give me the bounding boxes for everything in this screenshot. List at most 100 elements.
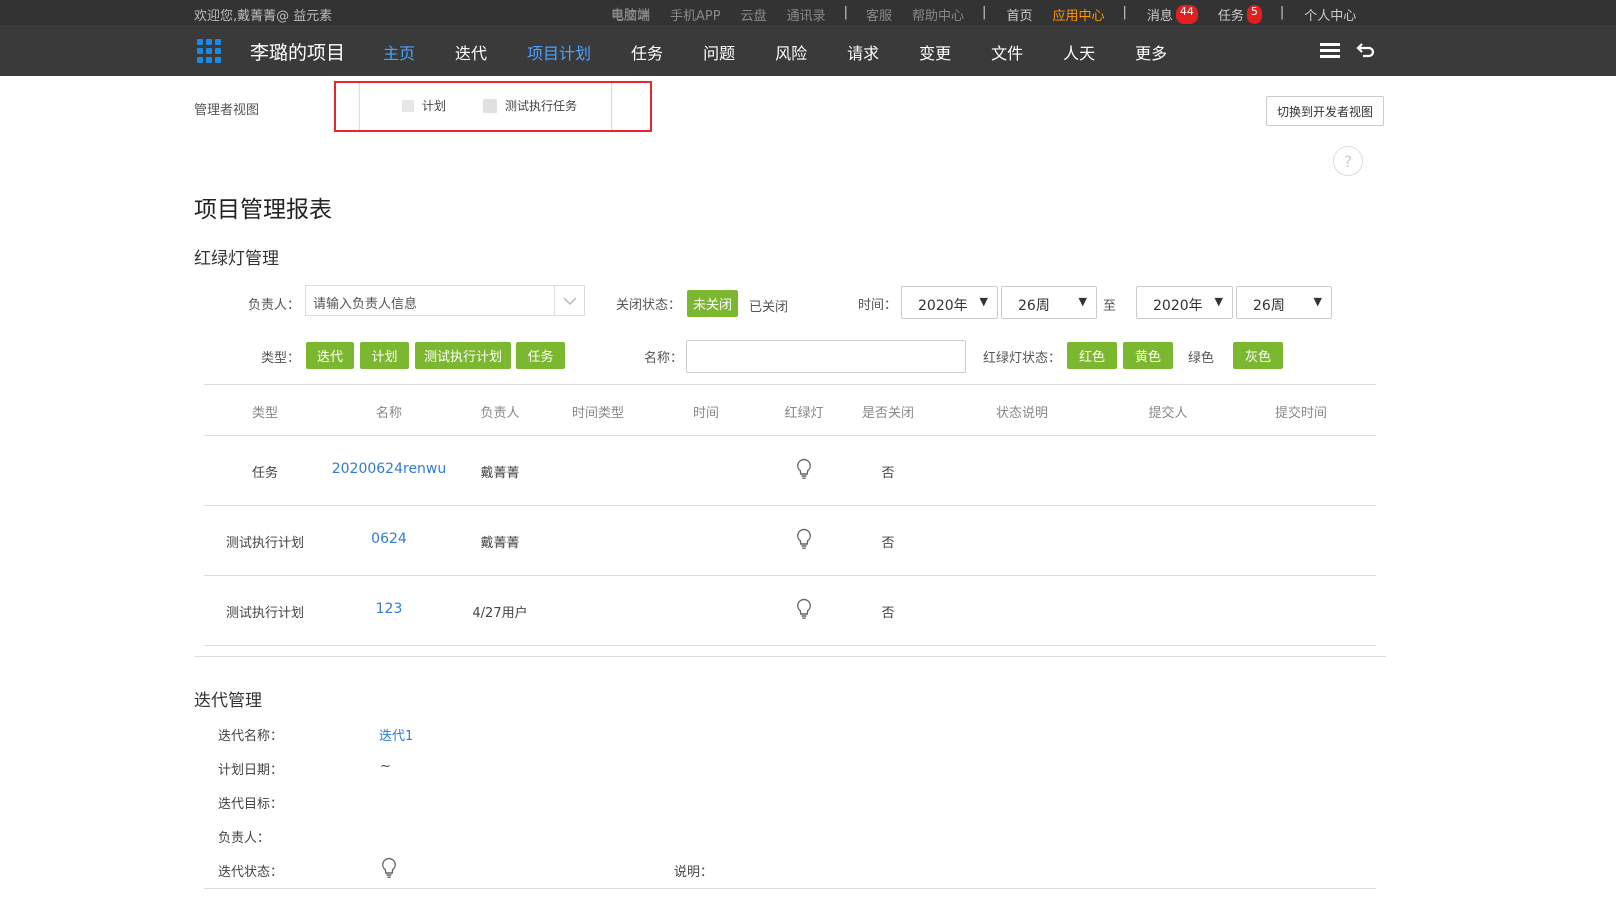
nav-item-iteration[interactable]: 迭代: [455, 40, 487, 64]
plan-date-label: 计划日期：: [218, 763, 284, 778]
lightbulb-icon: [796, 598, 812, 624]
link-cloud-disk[interactable]: 云盘: [741, 5, 767, 24]
from-week-select[interactable]: 26周 ▼: [1001, 286, 1097, 319]
separator: |: [843, 5, 849, 20]
cell-owner: 戴菁菁: [480, 536, 520, 551]
type-task-button[interactable]: 任务: [516, 342, 565, 369]
link-service[interactable]: 客服: [866, 5, 892, 24]
light-status-label: 红绿灯状态：: [983, 351, 1062, 366]
row-divider: [204, 505, 1376, 506]
light-gray-button[interactable]: 灰色: [1233, 342, 1283, 369]
iteration-goal-label: 迭代目标：: [218, 797, 284, 812]
chevron-down-icon: ▼: [1078, 295, 1087, 308]
col-header-time-type: 时间类型: [571, 406, 625, 421]
col-header-status-note: 状态说明: [995, 406, 1049, 421]
hamburger-menu-icon[interactable]: [1320, 43, 1340, 59]
owner-label: 负责人：: [248, 298, 301, 313]
light-green-option[interactable]: 绿色: [1188, 347, 1214, 366]
top-links: 电脑端 手机APP 云盘 通讯录 | 客服 帮助中心 | 首页 应用中心 | 消…: [611, 5, 1356, 24]
nav-item-issue[interactable]: 问题: [703, 40, 735, 64]
link-contacts[interactable]: 通讯录: [787, 5, 826, 24]
cell-name-link[interactable]: 0624: [371, 531, 407, 547]
nav-item-more[interactable]: 更多: [1135, 40, 1167, 64]
chevron-down-icon: ▼: [1313, 295, 1322, 308]
apps-grid-icon[interactable]: [197, 39, 221, 63]
nav-item-file[interactable]: 文件: [991, 40, 1023, 64]
row-divider: [204, 575, 1376, 576]
close-status-closed-option[interactable]: 已关闭: [749, 296, 788, 315]
cell-owner: 4/27用户: [472, 606, 528, 621]
iteration-status-label: 迭代状态：: [218, 865, 284, 880]
light-red-button[interactable]: 红色: [1067, 342, 1117, 369]
link-help-center[interactable]: 帮助中心: [912, 5, 964, 24]
from-year-value: 2020年: [918, 298, 968, 314]
col-header-name: 名称: [375, 406, 403, 421]
cell-closed: 否: [881, 466, 895, 481]
from-week-value: 26周: [1018, 298, 1050, 314]
time-label: 时间：: [858, 298, 898, 313]
nav-item-request[interactable]: 请求: [847, 40, 879, 64]
link-mobile-app[interactable]: 手机APP: [670, 5, 721, 24]
col-header-traffic-light: 红绿灯: [784, 406, 824, 421]
section-title-iteration: 迭代管理: [194, 691, 262, 711]
link-home[interactable]: 首页: [1006, 5, 1032, 24]
cell-closed: 否: [881, 536, 895, 551]
col-header-time: 时间: [692, 406, 720, 421]
nav-item-change[interactable]: 变更: [919, 40, 951, 64]
separator: |: [1279, 5, 1285, 20]
to-year-select[interactable]: 2020年 ▼: [1136, 286, 1233, 319]
iteration-note-label: 说明：: [674, 865, 714, 880]
owner-input[interactable]: 请输入负责人信息: [305, 285, 585, 316]
col-header-submitter: 提交人: [1148, 406, 1188, 421]
link-personal-center[interactable]: 个人中心: [1304, 5, 1356, 24]
close-status-open-button[interactable]: 未关闭: [687, 290, 739, 317]
separator: |: [1122, 5, 1127, 20]
tasks-count-badge: 5: [1246, 5, 1262, 24]
section-bottom-border: [204, 888, 1376, 889]
separator: |: [982, 5, 987, 20]
row-divider: [204, 645, 1376, 646]
iteration-name-link[interactable]: 迭代1: [379, 725, 413, 744]
to-week-select[interactable]: 26周 ▼: [1236, 286, 1332, 319]
cell-name-link[interactable]: 123: [376, 601, 403, 617]
page-title: 项目管理报表: [194, 197, 332, 223]
nav-item-risk[interactable]: 风险: [775, 40, 807, 64]
table-header-border: [204, 435, 1376, 436]
type-plan-button[interactable]: 计划: [360, 342, 409, 369]
nav-item-man-day[interactable]: 人天: [1063, 40, 1095, 64]
close-status-label: 关闭状态：: [616, 298, 682, 313]
welcome-text: 欢迎您,戴菁菁@ 益元素: [194, 9, 333, 24]
manager-view-label: 管理者视图: [194, 103, 260, 118]
lightbulb-icon: [796, 458, 812, 484]
link-messages[interactable]: 消息: [1147, 5, 1173, 24]
name-input[interactable]: [686, 340, 966, 373]
nav-item-project-plan[interactable]: 项目计划: [527, 40, 591, 64]
link-app-center[interactable]: 应用中心: [1052, 5, 1104, 24]
type-iteration-button[interactable]: 迭代: [306, 342, 354, 369]
back-icon[interactable]: [1356, 40, 1376, 65]
lightbulb-icon: [381, 857, 397, 883]
section-title-traffic-light: 红绿灯管理: [194, 249, 279, 269]
nav-item-home[interactable]: 主页: [383, 40, 415, 64]
cell-name-link[interactable]: 20200624renwu: [332, 461, 447, 477]
name-label: 名称：: [644, 351, 684, 366]
chevron-down-icon: ▼: [1214, 295, 1223, 308]
nav-item-task[interactable]: 任务: [631, 40, 663, 64]
from-year-select[interactable]: 2020年 ▼: [901, 286, 998, 319]
to-week-value: 26周: [1253, 298, 1285, 314]
switch-to-developer-view-button[interactable]: 切换到开发者视图: [1266, 96, 1384, 126]
link-tasks[interactable]: 任务: [1218, 5, 1244, 24]
iteration-owner-label: 负责人：: [218, 831, 271, 846]
to-year-value: 2020年: [1153, 298, 1203, 314]
col-header-closed: 是否关闭: [861, 406, 915, 421]
cell-type: 测试执行计划: [225, 536, 305, 551]
owner-placeholder: 请输入负责人信息: [313, 297, 418, 312]
main-navbar: 李璐的项目 主页 迭代 项目计划 任务 问题 风险 请求 变更 文件 人天 更多: [0, 25, 1616, 76]
chevron-down-icon: ▼: [979, 295, 988, 308]
chevron-down-icon[interactable]: [554, 286, 584, 315]
help-icon[interactable]: ?: [1333, 146, 1363, 176]
table-top-border: [204, 384, 1376, 385]
link-pc[interactable]: 电脑端: [611, 5, 650, 24]
light-yellow-button[interactable]: 黄色: [1123, 342, 1173, 369]
type-test-execution-plan-button[interactable]: 测试执行计划: [415, 342, 511, 369]
